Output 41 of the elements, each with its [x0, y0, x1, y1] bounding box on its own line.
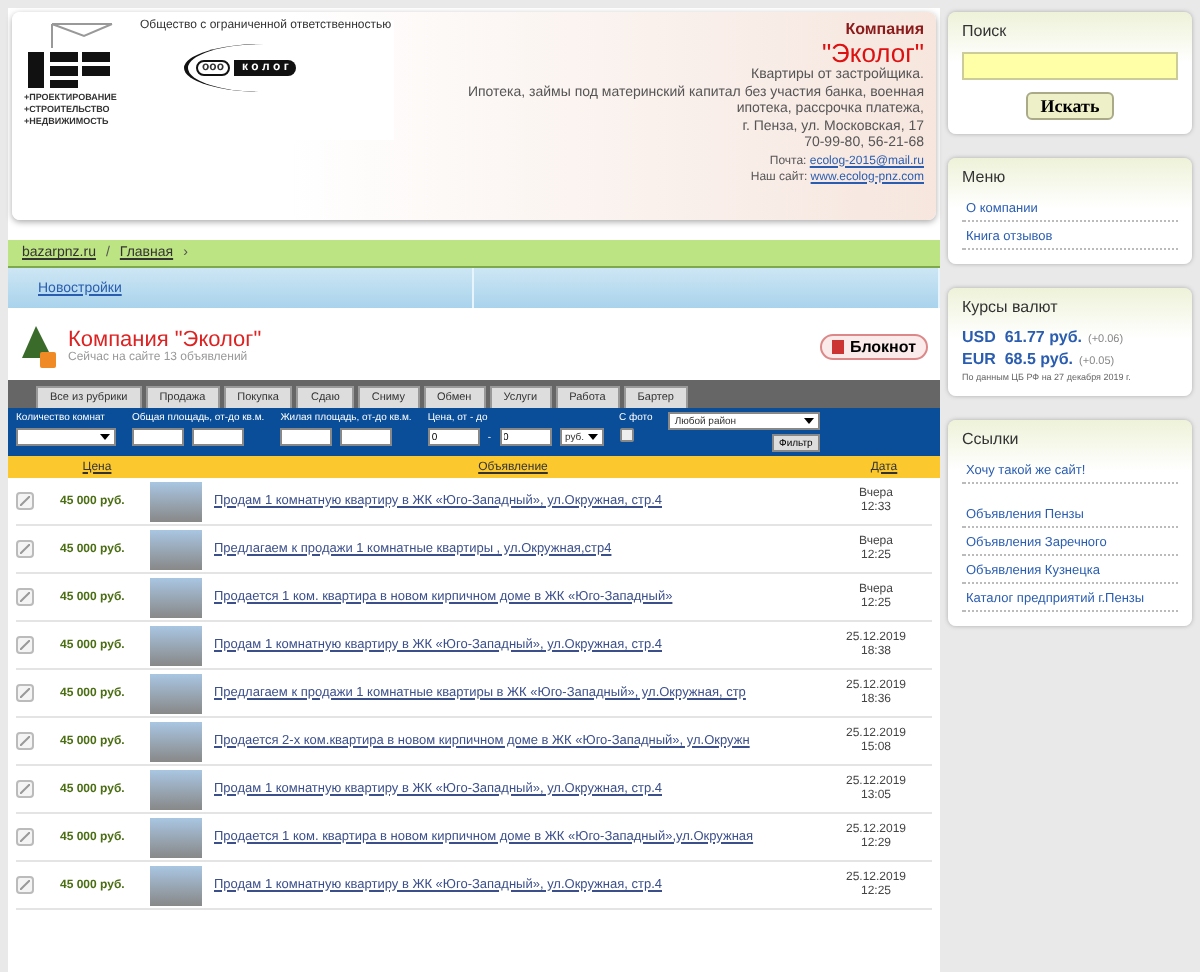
photo-placeholder: [150, 769, 202, 809]
panel-title: Ссылки: [962, 430, 1021, 448]
edit-icon[interactable]: [16, 732, 34, 750]
photo-placeholder: [150, 865, 202, 905]
company-name: "Эколог": [821, 38, 924, 68]
company-label: Компания: [845, 20, 924, 38]
edit-icon[interactable]: [16, 876, 34, 894]
panel-title: Курсы валют: [962, 298, 1060, 316]
panel-title: Меню: [962, 168, 1008, 186]
photo-placeholder: [150, 577, 202, 617]
currency-rate: USD 61.77 руб.: [962, 328, 1082, 346]
search-field[interactable]: [962, 52, 1178, 80]
caret-icon: [804, 418, 815, 424]
notebook-button[interactable]: Блокнот: [819, 333, 928, 359]
edit-icon[interactable]: [16, 588, 34, 606]
currency-rate: EUR 68.5 руб.: [962, 350, 1074, 368]
caret-icon: [100, 434, 110, 440]
notebook-icon: [831, 339, 844, 353]
company-title: Компания "Эколог": [68, 328, 264, 352]
photo-placeholder: [150, 721, 202, 761]
photo-placeholder: [150, 625, 202, 665]
edit-icon[interactable]: [16, 492, 34, 510]
input-field[interactable]: [340, 428, 393, 446]
edit-icon[interactable]: [16, 636, 34, 654]
rooms-select[interactable]: [16, 428, 116, 446]
photo-placeholder: [150, 673, 202, 713]
caret-icon: [587, 434, 597, 440]
photo-checkbox[interactable]: [619, 428, 633, 442]
edit-icon[interactable]: [16, 780, 34, 798]
panel-title: Поиск: [962, 22, 1009, 40]
photo-placeholder: [150, 817, 202, 857]
edit-icon[interactable]: [16, 540, 34, 558]
input-field[interactable]: [280, 428, 333, 446]
input-field[interactable]: [132, 428, 184, 446]
search-button[interactable]: Искать: [1026, 92, 1114, 120]
edit-icon[interactable]: [16, 684, 34, 702]
edit-icon[interactable]: [16, 828, 34, 846]
input-field[interactable]: [192, 428, 244, 446]
photo-placeholder: [150, 481, 202, 521]
photo-placeholder: [150, 529, 202, 569]
tree-icon: [20, 324, 56, 368]
